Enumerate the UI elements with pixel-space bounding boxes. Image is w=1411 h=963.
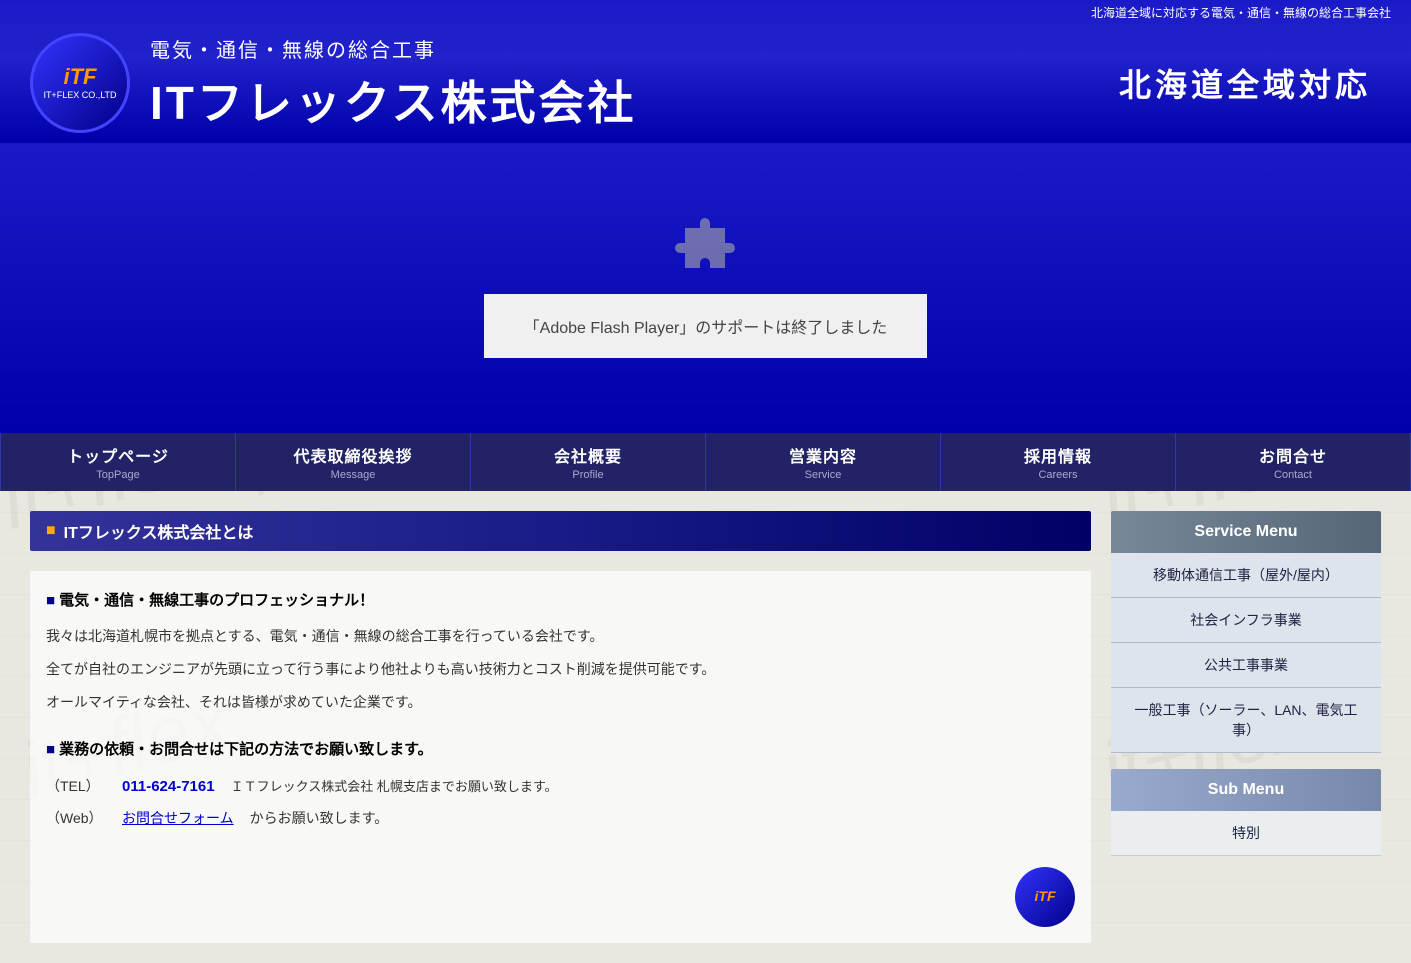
web-label: （Web）: [46, 806, 106, 831]
web-link[interactable]: お問合せフォーム: [122, 806, 234, 831]
section1-p2: 全てが自社のエンジニアが先頭に立って行う事により他社よりも高い技術力とコスト削減…: [46, 657, 1075, 682]
nav-careers-ja: 採用情報: [1024, 443, 1092, 467]
sidebar-sub-item-special[interactable]: 特別: [1111, 811, 1381, 856]
section2-heading: 業務の依頼・お問合せは下記の方法でお願い致します。: [46, 736, 1075, 763]
section-1: 電気・通信・無線工事のプロフェッショナル！ 我々は北海道札幌市を拠点とする、電気…: [46, 587, 1075, 716]
nav-careers-en: Careers: [1038, 469, 1077, 481]
section-2: 業務の依頼・お問合せは下記の方法でお願い致します。 （TEL） 011-624-…: [46, 736, 1075, 831]
web-link-desc: からお願い致します。: [250, 806, 389, 831]
nav-service-ja: 営業内容: [789, 443, 857, 467]
nav-toppage-en: TopPage: [96, 469, 139, 481]
nav-contact-ja: お問合せ: [1259, 443, 1327, 467]
header-main-title: ITフレックス株式会社: [150, 67, 637, 133]
tel-label: （TEL）: [46, 774, 106, 799]
sub-menu-header: Sub Menu: [1111, 769, 1381, 811]
sidebar-right: Service Menu 移動体通信工事（屋外/屋内） 社会インフラ事業 公共工…: [1111, 511, 1381, 943]
nav-service[interactable]: 営業内容 Service: [706, 433, 941, 491]
header-title-block: 電気・通信・無線の総合工事 ITフレックス株式会社: [150, 34, 637, 133]
flash-placeholder: 「Adobe Flash Player」のサポートは終了しました: [484, 218, 928, 358]
content-body: 電気・通信・無線工事のプロフェッショナル！ 我々は北海道札幌市を拠点とする、電気…: [30, 571, 1091, 943]
sidebar-item-mobile[interactable]: 移動体通信工事（屋外/屋内）: [1111, 553, 1381, 598]
nav-contact-en: Contact: [1274, 469, 1312, 481]
banner-area: 「Adobe Flash Player」のサポートは終了しました: [0, 143, 1411, 433]
header-left: iTF IT+FLEX CO.,LTD 電気・通信・無線の総合工事 ITフレック…: [30, 33, 637, 133]
nav-profile-en: Profile: [572, 469, 603, 481]
content-title-text: ITフレックス株式会社とは: [64, 519, 254, 543]
contact-web-row: （Web） お問合せフォーム からお願い致します。: [46, 806, 1075, 831]
flash-message: 「Adobe Flash Player」のサポートは終了しました: [484, 294, 928, 358]
sidebar-item-infra[interactable]: 社会インフラ事業: [1111, 598, 1381, 643]
nav-message-en: Message: [331, 469, 376, 481]
sidebar-item-public[interactable]: 公共工事事業: [1111, 643, 1381, 688]
top-tagline: 北海道全域に対応する電気・通信・無線の総合工事会社: [0, 0, 1411, 23]
logo-bottom-text: iTF: [1035, 884, 1056, 909]
content-title-bar: ITフレックス株式会社とは: [30, 511, 1091, 551]
nav-message-ja: 代表取締役挨拶: [293, 443, 412, 467]
contact-tel-row: （TEL） 011-624-7161 ＩＴフレックス株式会社 札幌支店までお願い…: [46, 773, 1075, 800]
logo: iTF IT+FLEX CO.,LTD: [30, 33, 130, 133]
tel-number[interactable]: 011-624-7161: [122, 773, 215, 800]
navigation: トップページ TopPage 代表取締役挨拶 Message 会社概要 Prof…: [0, 433, 1411, 491]
sub-menu-section: Sub Menu 特別: [1111, 769, 1381, 856]
header-subtitle: 電気・通信・無線の総合工事: [150, 34, 637, 63]
puzzle-icon: [675, 218, 735, 278]
main-wrapper: ITフレックス株式会社とは 電気・通信・無線工事のプロフェッショナル！ 我々は北…: [0, 491, 1411, 963]
header: 北海道全域に対応する電気・通信・無線の総合工事会社 iTF IT+FLEX CO…: [0, 0, 1411, 143]
logo-main-text: iTF: [64, 66, 97, 88]
nav-service-en: Service: [805, 469, 842, 481]
tagline-text: 北海道全域に対応する電気・通信・無線の総合工事会社: [1091, 6, 1391, 20]
nav-profile-ja: 会社概要: [554, 443, 622, 467]
nav-careers[interactable]: 採用情報 Careers: [941, 433, 1176, 491]
sidebar-item-general[interactable]: 一般工事（ソーラー、LAN、電気工事）: [1111, 688, 1381, 753]
header-right-text: 北海道全域対応: [1119, 60, 1391, 106]
content-left: ITフレックス株式会社とは 電気・通信・無線工事のプロフェッショナル！ 我々は北…: [30, 511, 1091, 943]
service-menu-section: Service Menu 移動体通信工事（屋外/屋内） 社会インフラ事業 公共工…: [1111, 511, 1381, 753]
nav-toppage-ja: トップページ: [67, 443, 169, 467]
nav-message[interactable]: 代表取締役挨拶 Message: [236, 433, 471, 491]
logo-bottom: iTF: [1015, 867, 1075, 927]
section1-p1: 我々は北海道札幌市を拠点とする、電気・通信・無線の総合工事を行っている会社です。: [46, 624, 1075, 649]
service-menu-header: Service Menu: [1111, 511, 1381, 553]
tel-desc: ＩＴフレックス株式会社 札幌支店までお願い致します。: [231, 775, 558, 798]
nav-toppage[interactable]: トップページ TopPage: [0, 433, 236, 491]
logo-sub-text: IT+FLEX CO.,LTD: [43, 90, 116, 100]
header-content: iTF IT+FLEX CO.,LTD 電気・通信・無線の総合工事 ITフレック…: [0, 23, 1411, 143]
nav-profile[interactable]: 会社概要 Profile: [471, 433, 706, 491]
section1-p3: オールマイティな会社、それは皆様が求めていた企業です。: [46, 690, 1075, 715]
section1-heading: 電気・通信・無線工事のプロフェッショナル！: [46, 587, 1075, 614]
nav-contact[interactable]: お問合せ Contact: [1176, 433, 1411, 491]
